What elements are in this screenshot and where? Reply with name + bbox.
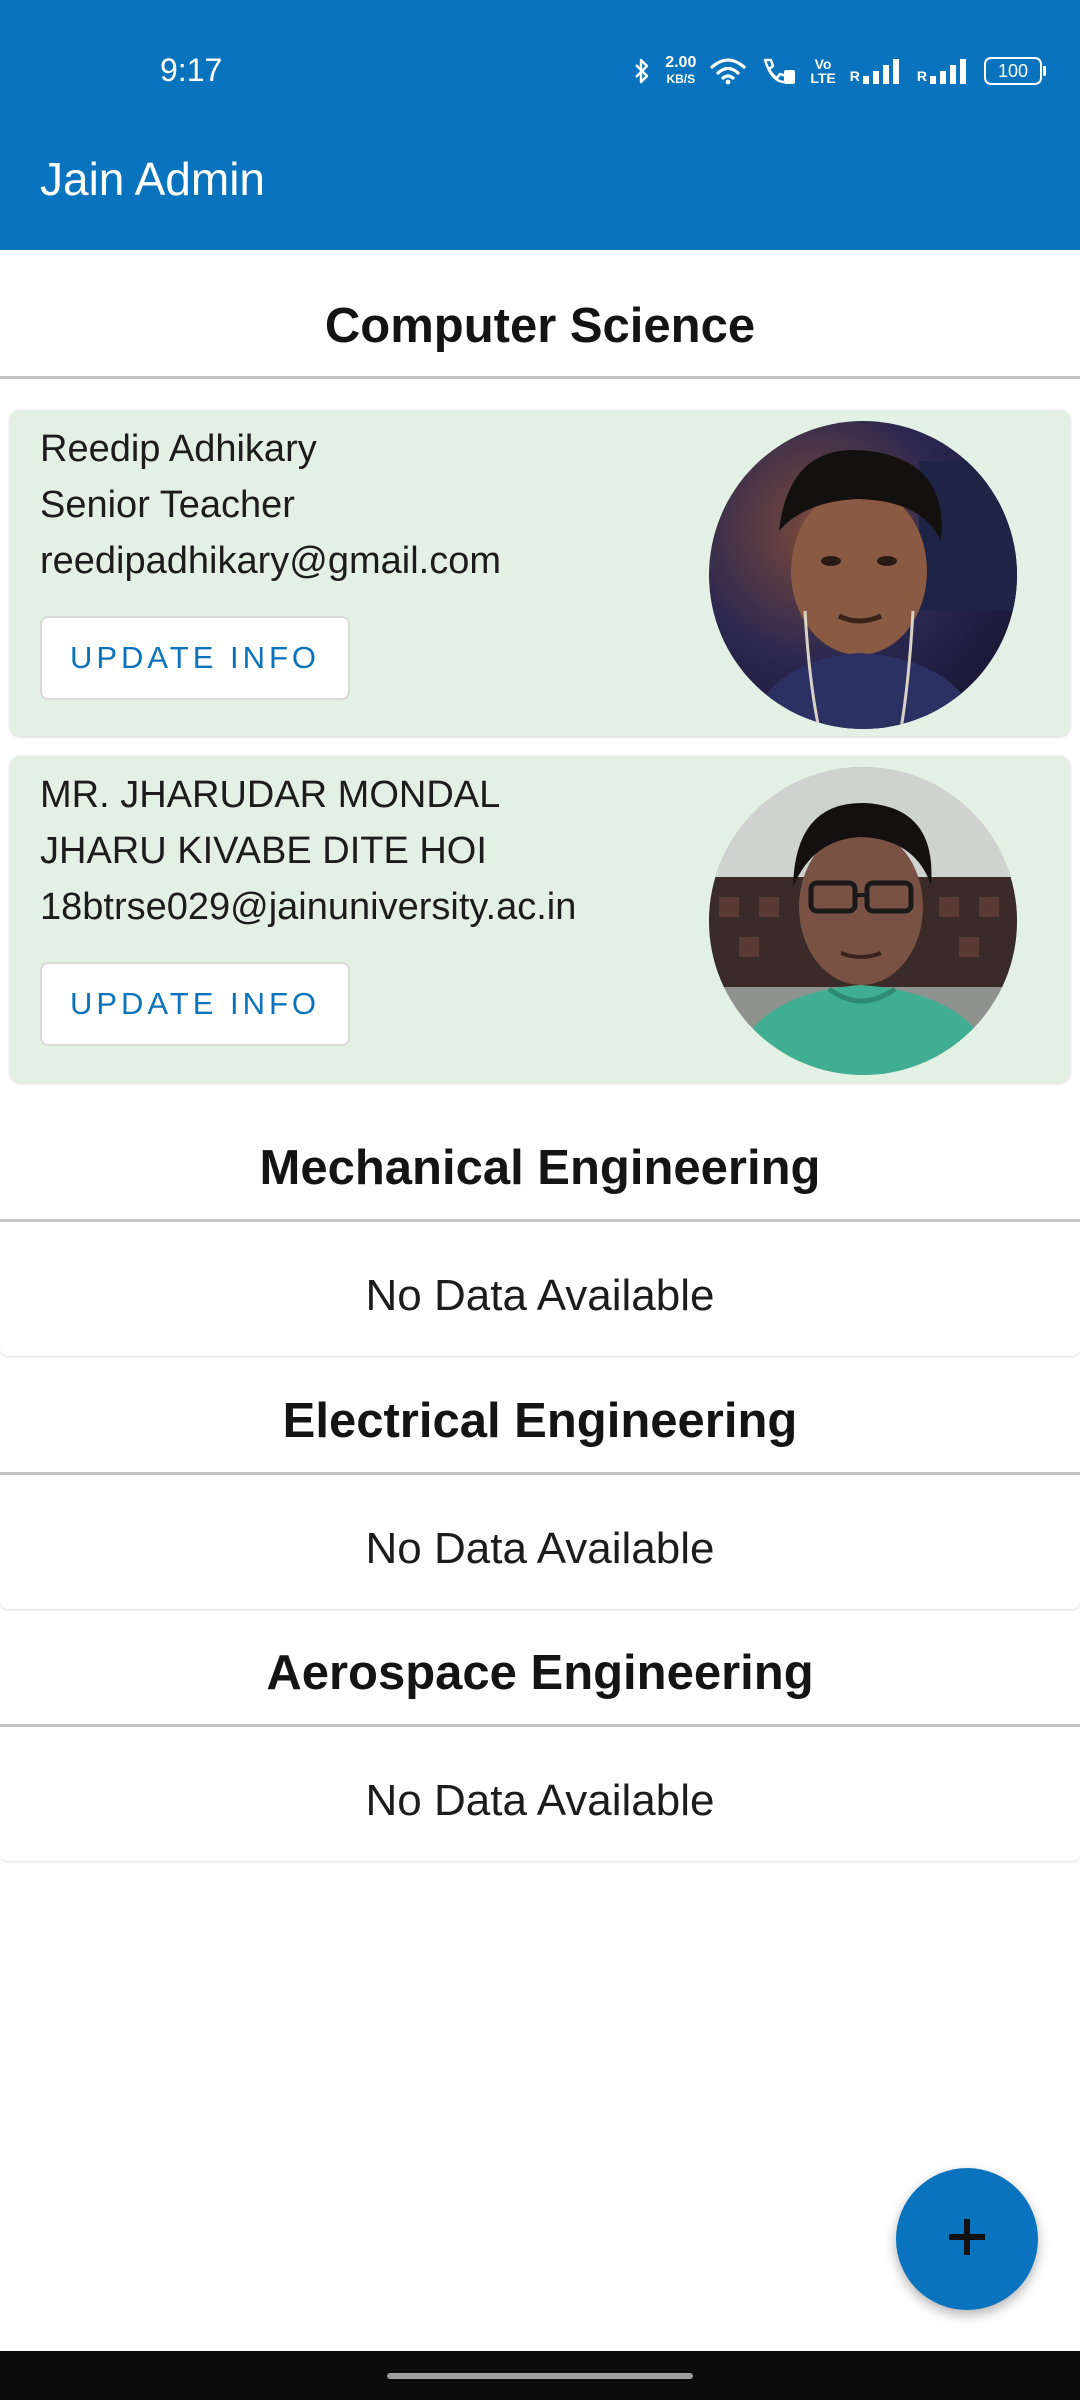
network-speed-value: 2.00 xyxy=(665,54,697,71)
status-time: 9:17 xyxy=(160,52,223,88)
signal-icon: R xyxy=(850,58,903,84)
plus-icon xyxy=(945,2215,989,2264)
faculty-name: MR. JHARUDAR MONDAL xyxy=(40,774,501,816)
faculty-email: reedipadhikary@gmail.com xyxy=(40,540,501,582)
empty-state: No Data Available xyxy=(0,1741,1080,1861)
section-divider xyxy=(0,1472,1080,1475)
section-title-computer-science: Computer Science xyxy=(324,299,756,353)
avatar xyxy=(709,421,1017,729)
home-gesture-handle[interactable] xyxy=(387,2373,693,2379)
network-speed-unit: KB/S xyxy=(666,72,696,86)
status-icons: 2.00 KB/S Vo LTE R R 100 xyxy=(633,50,1046,92)
signal-icon: R xyxy=(917,58,970,84)
faculty-card: MR. JHARUDAR MONDAL JHARU KIVABE DITE HO… xyxy=(10,756,1070,1082)
bluetooth-icon xyxy=(633,57,651,85)
section-divider xyxy=(0,1219,1080,1222)
avatar xyxy=(709,767,1017,1075)
volte-bottom: LTE xyxy=(810,70,836,86)
faculty-email: 18btrse029@jainuniversity.ac.in xyxy=(40,886,577,928)
section-divider xyxy=(0,376,1080,379)
signal-label: R xyxy=(916,68,927,84)
add-button[interactable] xyxy=(896,2168,1038,2310)
section-title-electrical-engineering: Electrical Engineering xyxy=(282,1394,798,1448)
battery-icon: 100 xyxy=(984,57,1046,85)
system-nav-bar xyxy=(0,2351,1080,2400)
app-header: 9:17 2.00 KB/S Vo LTE R R 100 Jain Admin xyxy=(0,0,1080,250)
faculty-role: Senior Teacher xyxy=(40,484,295,526)
faculty-name: Reedip Adhikary xyxy=(40,428,317,470)
section-divider xyxy=(0,1724,1080,1727)
network-speed: 2.00 KB/S xyxy=(665,55,696,87)
section-title-mechanical-engineering: Mechanical Engineering xyxy=(259,1141,821,1195)
signal-label: R xyxy=(849,68,860,84)
empty-state: No Data Available xyxy=(0,1489,1080,1609)
empty-state: No Data Available xyxy=(0,1236,1080,1356)
update-info-button[interactable]: UPDATE INFO xyxy=(40,616,350,700)
update-info-button[interactable]: UPDATE INFO xyxy=(40,962,350,1046)
wifi-icon xyxy=(710,57,746,85)
faculty-card: Reedip Adhikary Senior Teacher reedipadh… xyxy=(10,410,1070,736)
volte-indicator: Vo LTE xyxy=(810,57,835,85)
section-title-aerospace-engineering: Aerospace Engineering xyxy=(266,1646,814,1700)
faculty-role: JHARU KIVABE DITE HOI xyxy=(40,830,487,872)
app-title: Jain Admin xyxy=(40,153,266,205)
wifi-calling-icon xyxy=(760,56,796,86)
